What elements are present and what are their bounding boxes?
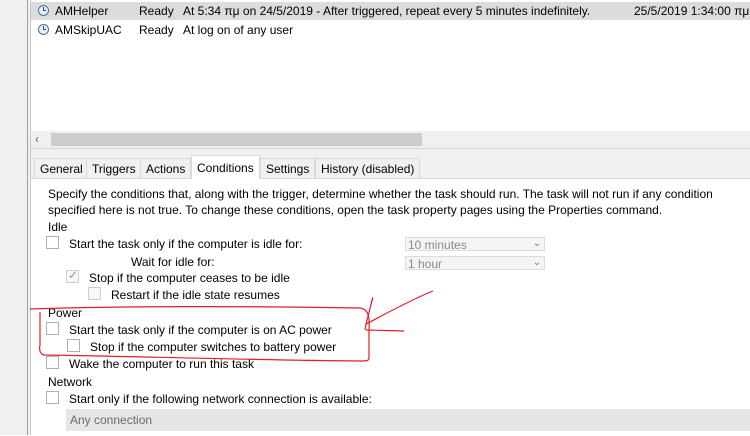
idle-start-checkbox[interactable] (46, 236, 59, 249)
network-checkbox[interactable] (46, 391, 59, 404)
task-trigger: At 5:34 πμ on 24/5/2019 - After triggere… (183, 4, 591, 18)
wait-idle-select[interactable]: 1 hour ⌄ (405, 256, 545, 271)
ac-power-label: Start the task only if the computer is o… (69, 323, 332, 337)
task-row[interactable]: AMSkipUAC Ready At log on of any user (31, 21, 750, 39)
scrollbar-thumb[interactable] (51, 133, 422, 146)
tab-actions[interactable]: Actions (140, 158, 192, 178)
idle-duration-value: 10 minutes (408, 238, 467, 252)
wait-idle-value: 1 hour (408, 257, 443, 271)
battery-stop-checkbox[interactable] (67, 339, 80, 352)
conditions-description: Specify the conditions that, along with … (48, 187, 713, 217)
task-list[interactable]: AMHelper Ready At 5:34 πμ on 24/5/2019 -… (31, 0, 750, 130)
left-pane-edge (0, 0, 31, 435)
task-status: Ready (139, 4, 174, 18)
task-row[interactable]: AMHelper Ready At 5:34 πμ on 24/5/2019 -… (31, 2, 750, 20)
wake-checkbox[interactable] (46, 356, 59, 369)
tab-history[interactable]: History (disabled) (315, 158, 421, 178)
tab-settings[interactable]: Settings (260, 158, 316, 178)
restart-idle-checkbox[interactable] (88, 287, 101, 300)
chevron-down-icon: ⌄ (532, 257, 541, 268)
network-connection-select[interactable]: Any connection (66, 409, 750, 431)
tab-conditions[interactable]: Conditions (191, 155, 260, 179)
network-heading: Network (48, 375, 93, 389)
chevron-down-icon: ⌄ (532, 238, 541, 249)
scroll-left-icon[interactable]: ‹ (35, 132, 39, 146)
idle-duration-select[interactable]: 10 minutes ⌄ (405, 237, 545, 252)
task-status: Ready (139, 23, 174, 37)
stop-idle-checkbox[interactable]: ✓ (66, 268, 79, 283)
task-trigger: At log on of any user (183, 23, 294, 37)
idle-heading: Idle (48, 220, 68, 234)
restart-idle-label: Restart if the idle state resumes (111, 288, 280, 302)
wake-label: Wake the computer to run this task (69, 357, 254, 371)
clock-icon (38, 5, 49, 16)
check-icon: ✓ (68, 268, 79, 282)
wait-idle-label: Wait for idle for: (131, 255, 215, 269)
tab-general[interactable]: General (34, 158, 89, 178)
ac-power-checkbox[interactable] (46, 322, 59, 335)
horizontal-scrollbar[interactable]: ‹ (31, 131, 750, 148)
clock-icon (38, 24, 49, 35)
task-name: AMSkipUAC (55, 23, 122, 37)
task-name: AMHelper (55, 4, 109, 18)
pane-divider (27, 0, 28, 435)
tab-strip: General Triggers Actions Conditions Sett… (31, 155, 750, 179)
battery-stop-label: Stop if the computer switches to battery… (90, 340, 337, 354)
tab-triggers[interactable]: Triggers (86, 158, 142, 178)
idle-start-label: Start the task only if the computer is i… (69, 237, 303, 251)
network-label: Start only if the following network conn… (69, 392, 372, 406)
task-next-run: 25/5/2019 1:34:00 πμ (634, 4, 750, 18)
power-heading: Power (48, 306, 83, 320)
stop-idle-label: Stop if the computer ceases to be idle (89, 271, 290, 285)
